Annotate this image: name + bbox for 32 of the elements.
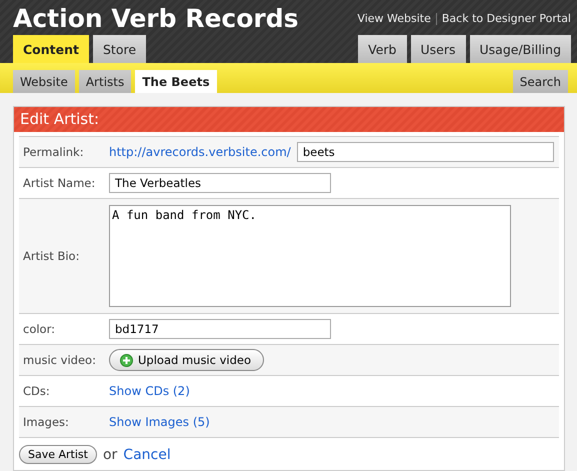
field-label: color: xyxy=(22,322,56,336)
header-link[interactable]: View Website xyxy=(357,12,431,25)
nav-tab[interactable]: Store xyxy=(93,35,146,64)
site-title: Action Verb Records xyxy=(13,4,299,33)
field-label: music video: xyxy=(22,353,97,367)
header-link[interactable]: Back to Designer Portal xyxy=(442,12,571,25)
nav-tab[interactable]: Content xyxy=(13,35,89,64)
sub-tab[interactable]: The Beets xyxy=(135,70,217,93)
nav-tab[interactable]: Usage/Billing xyxy=(470,35,571,64)
text-field[interactable]: bd1717 xyxy=(109,319,331,339)
text-field[interactable]: The Verbeatles xyxy=(109,173,331,193)
nav-tab[interactable]: Verb xyxy=(358,35,406,64)
bio-textarea[interactable]: A fun band from NYC. xyxy=(109,205,511,307)
panel-title: Edit Artist: xyxy=(14,107,564,132)
sub-tab[interactable]: Artists xyxy=(78,70,132,93)
sub-tab[interactable]: Website xyxy=(13,70,75,93)
permalink-prefix-link[interactable]: http://avrecords.verbsite.com/ xyxy=(109,145,291,159)
show-link[interactable]: Show CDs (2) xyxy=(109,384,190,398)
cancel-link[interactable]: Cancel xyxy=(123,446,171,462)
field-label: Artist Bio: xyxy=(22,249,80,263)
or-text: or xyxy=(102,446,118,462)
sub-tab[interactable]: Search xyxy=(512,70,568,93)
nav-tab[interactable]: Users xyxy=(410,35,466,64)
show-link[interactable]: Show Images (5) xyxy=(109,415,210,429)
save-button[interactable]: Save Artist xyxy=(19,445,97,464)
plus-circle-icon xyxy=(120,354,133,366)
upload-button[interactable]: Upload music video xyxy=(109,349,264,371)
field-label: Images: xyxy=(22,415,70,429)
field-label: Artist Name: xyxy=(22,176,96,190)
permalink-field[interactable]: beets xyxy=(296,142,554,162)
field-label: Permalink: xyxy=(22,145,85,159)
field-label: CDs: xyxy=(22,384,51,398)
